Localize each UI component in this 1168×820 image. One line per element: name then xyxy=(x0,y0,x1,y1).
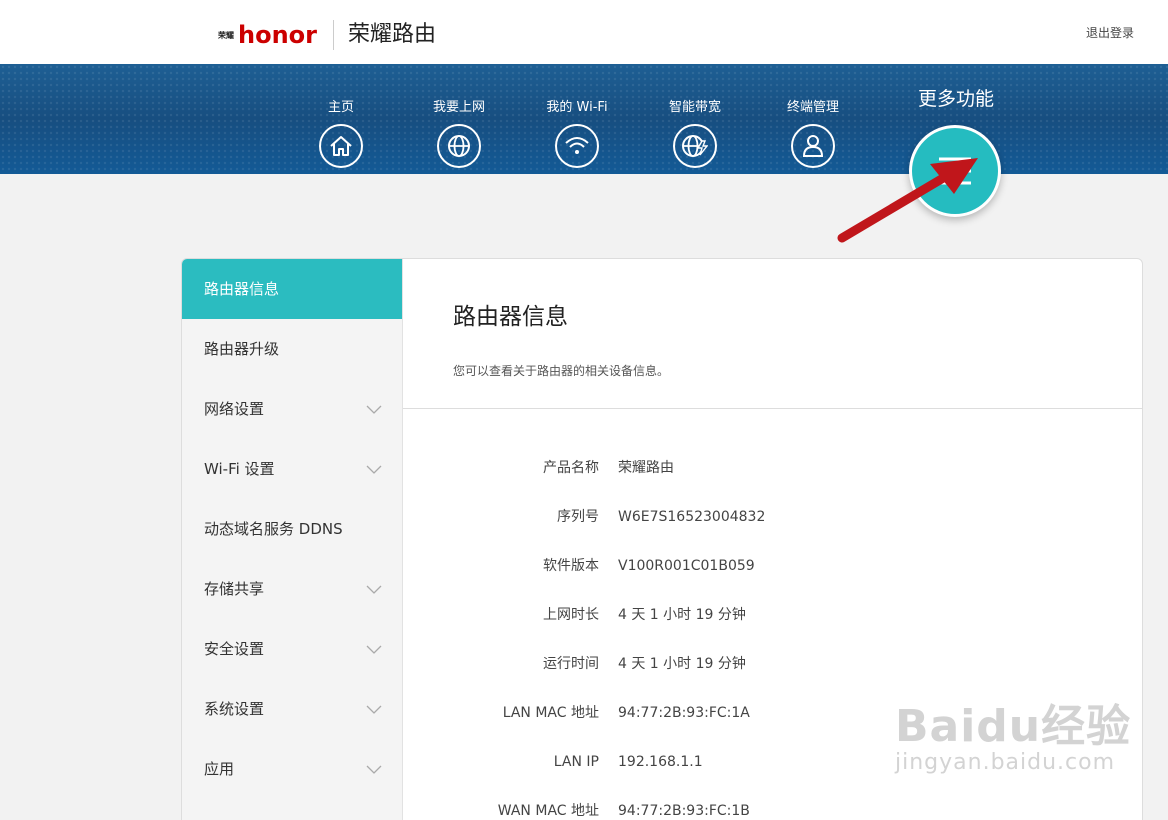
watermark-sub: jingyan.baidu.com xyxy=(895,750,1116,775)
sidebar-item-ddns[interactable]: 动态域名服务 DDNS xyxy=(182,499,402,559)
annotation-arrow xyxy=(837,158,978,243)
logout-link[interactable]: 退出登录 xyxy=(1086,24,1134,41)
info-row: 软件版本 V100R001C01B059 xyxy=(403,554,1103,578)
info-value: 4 天 1 小时 19 分钟 xyxy=(618,607,746,623)
watermark-main: Baidu经验 xyxy=(895,701,1132,752)
globe-icon xyxy=(437,124,481,168)
info-label: WAN MAC 地址 xyxy=(497,803,599,819)
info-value: 94:77:2B:93:FC:1B xyxy=(618,803,750,819)
more-features-label: 更多功能 xyxy=(917,88,994,110)
sidebar-item-storage[interactable]: 存储共享 xyxy=(182,559,402,619)
chevron-down-icon xyxy=(366,739,382,799)
nav-label: 我要上网 xyxy=(432,100,485,115)
info-value: V100R001C01B059 xyxy=(618,558,755,574)
chevron-down-icon xyxy=(366,379,382,439)
sidebar-item-router-upgrade[interactable]: 路由器升级 xyxy=(182,319,402,379)
info-value: 荣耀路由 xyxy=(618,460,674,476)
info-row: 序列号 W6E7S16523004832 xyxy=(403,505,1103,529)
sidebar: 路由器信息 路由器升级 网络设置 Wi-Fi 设置 动态域名服务 DDNS 存储… xyxy=(182,259,403,820)
nav-label: 终端管理 xyxy=(786,100,839,115)
nav-internet[interactable]: 我要上网 xyxy=(419,100,499,168)
chevron-down-icon xyxy=(366,559,382,619)
brand-title: 荣耀路由 xyxy=(347,22,436,47)
page-title: 路由器信息 xyxy=(453,304,568,330)
user-icon xyxy=(791,124,835,168)
brand: 荣耀 honor 荣耀路由 xyxy=(218,18,436,52)
info-label: LAN IP xyxy=(553,754,599,770)
chevron-down-icon xyxy=(366,679,382,739)
nav-bandwidth[interactable]: 智能带宽 xyxy=(655,100,735,168)
nav-home[interactable]: 主页 xyxy=(301,100,381,168)
sidebar-item-network[interactable]: 网络设置 xyxy=(182,379,402,439)
brand-divider xyxy=(332,20,334,50)
page-description: 您可以查看关于路由器的相关设备信息。 xyxy=(453,364,670,378)
sidebar-item-wifi[interactable]: Wi-Fi 设置 xyxy=(182,439,402,499)
info-label: LAN MAC 地址 xyxy=(502,705,599,721)
info-label: 产品名称 xyxy=(543,460,599,476)
info-value: 4 天 1 小时 19 分钟 xyxy=(618,656,746,672)
info-value: 94:77:2B:93:FC:1A xyxy=(618,705,750,721)
info-row: 运行时间 4 天 1 小时 19 分钟 xyxy=(403,652,1103,676)
sidebar-item-security[interactable]: 安全设置 xyxy=(182,619,402,679)
nav-label: 我的 Wi-Fi xyxy=(546,100,608,115)
honor-logo: honor xyxy=(238,21,317,49)
nav-label: 主页 xyxy=(327,100,354,115)
chevron-down-icon xyxy=(366,619,382,679)
brand-mark: 荣耀 xyxy=(218,30,234,40)
home-icon xyxy=(319,124,363,168)
sidebar-item-system[interactable]: 系统设置 xyxy=(182,679,402,739)
info-label: 软件版本 xyxy=(543,558,599,574)
chevron-down-icon xyxy=(366,439,382,499)
divider xyxy=(403,408,1142,409)
top-bar: 荣耀 honor 荣耀路由 退出登录 xyxy=(0,0,1168,64)
nav-label: 智能带宽 xyxy=(668,100,721,115)
sidebar-item-apps[interactable]: 应用 xyxy=(182,739,402,799)
wifi-icon xyxy=(555,124,599,168)
info-row: WAN MAC 地址 94:77:2B:93:FC:1B xyxy=(403,799,1103,820)
info-label: 上网时长 xyxy=(543,607,599,623)
watermark: Baidu经验 jingyan.baidu.com xyxy=(895,690,1131,775)
globe-bolt-icon xyxy=(673,124,717,168)
info-row: 上网时长 4 天 1 小时 19 分钟 xyxy=(403,603,1103,627)
info-value: W6E7S16523004832 xyxy=(618,509,766,525)
info-row: 产品名称 荣耀路由 xyxy=(403,456,1103,480)
info-label: 运行时间 xyxy=(543,656,599,672)
info-label: 序列号 xyxy=(557,509,599,525)
sidebar-item-router-info[interactable]: 路由器信息 xyxy=(182,259,402,319)
info-value: 192.168.1.1 xyxy=(618,754,703,770)
nav-wifi[interactable]: 我的 Wi-Fi xyxy=(537,100,617,168)
